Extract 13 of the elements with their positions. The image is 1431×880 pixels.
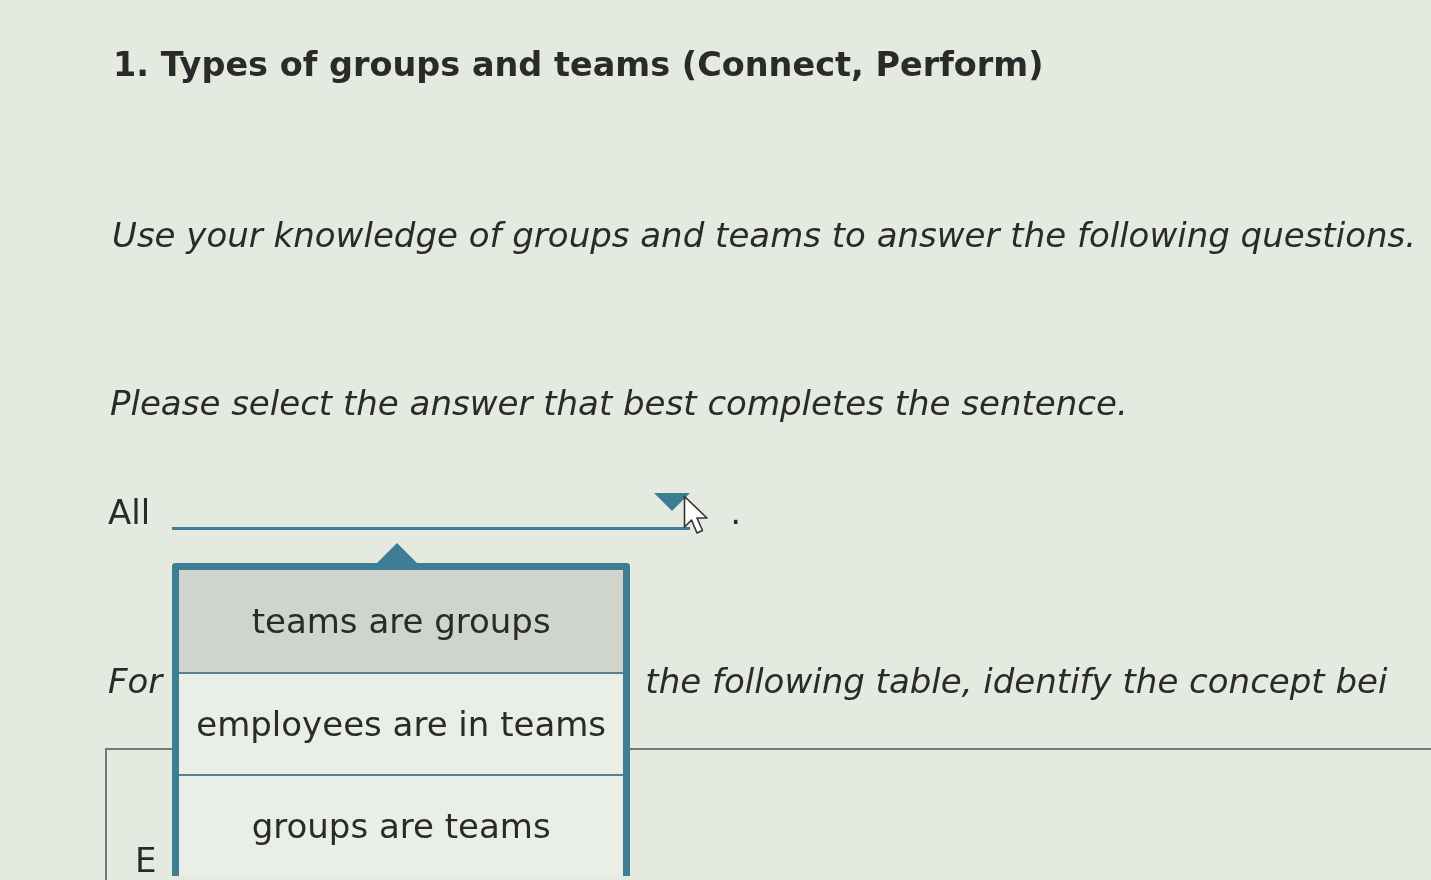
table-intro-text: the following table, identify the concept bei <box>645 661 1388 701</box>
sentence-text: All <box>108 492 151 532</box>
dropdown-option[interactable]: employees are in teams <box>179 672 624 774</box>
sentence-period: . <box>730 492 741 532</box>
prompt-text: Please select the answer that best completes the sentence. <box>110 383 1128 423</box>
mouse-pointer-icon <box>683 495 710 535</box>
caret-icon <box>654 493 691 511</box>
dropdown-option[interactable]: groups are teams <box>179 774 624 876</box>
question-title: 1. Types of groups and teams (Connect, Perform) <box>113 45 1044 85</box>
table-cell: E <box>135 842 157 878</box>
dropdown-option[interactable]: teams are groups <box>179 570 624 672</box>
table-intro-text: For <box>108 661 163 701</box>
instructions-text: Use your knowledge of groups and teams to answer the following questions. <box>112 215 1416 255</box>
